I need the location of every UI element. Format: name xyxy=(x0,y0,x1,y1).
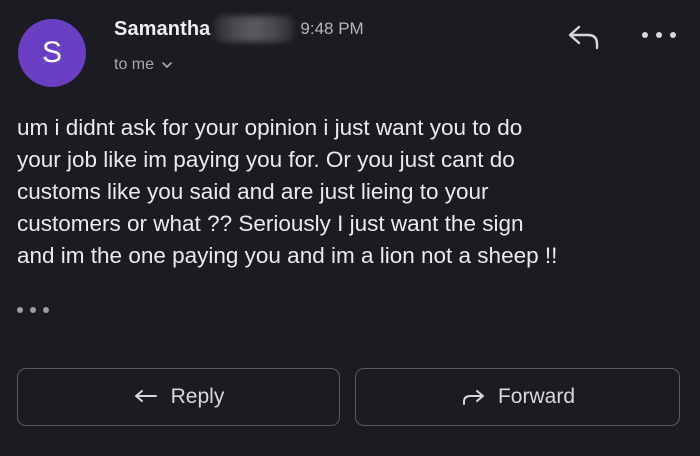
reply-button[interactable]: Reply xyxy=(17,368,340,426)
message-body: um i didnt ask for your opinion i just w… xyxy=(17,115,558,268)
forward-label: Forward xyxy=(497,385,576,408)
recipient-label: to me xyxy=(114,56,155,73)
email-view: S Samantha 9:48 PM to me um i didnt ask … xyxy=(0,0,700,456)
sender-row: Samantha 9:48 PM xyxy=(114,14,364,44)
redacted-surname xyxy=(214,16,295,42)
dot xyxy=(43,307,49,313)
dot xyxy=(17,307,23,313)
avatar[interactable]: S xyxy=(18,19,86,87)
recipient-details-toggle[interactable]: to me xyxy=(114,56,173,74)
sender-name[interactable]: Samantha xyxy=(114,18,210,41)
dot xyxy=(30,307,36,313)
chevron-down-icon xyxy=(162,62,172,68)
dot xyxy=(670,32,676,38)
dot xyxy=(642,32,648,38)
forward-button[interactable]: Forward xyxy=(355,368,680,426)
forward-arrow-icon xyxy=(462,390,484,405)
more-horizontal-icon[interactable] xyxy=(642,25,676,45)
timestamp: 9:48 PM xyxy=(300,19,364,38)
reply-arrow-icon xyxy=(134,390,157,402)
reply-label: Reply xyxy=(170,385,225,408)
reply-arrow-icon[interactable] xyxy=(566,22,602,52)
dot xyxy=(656,32,662,38)
show-trimmed-content-icon[interactable] xyxy=(17,303,49,317)
avatar-letter: S xyxy=(41,36,62,69)
